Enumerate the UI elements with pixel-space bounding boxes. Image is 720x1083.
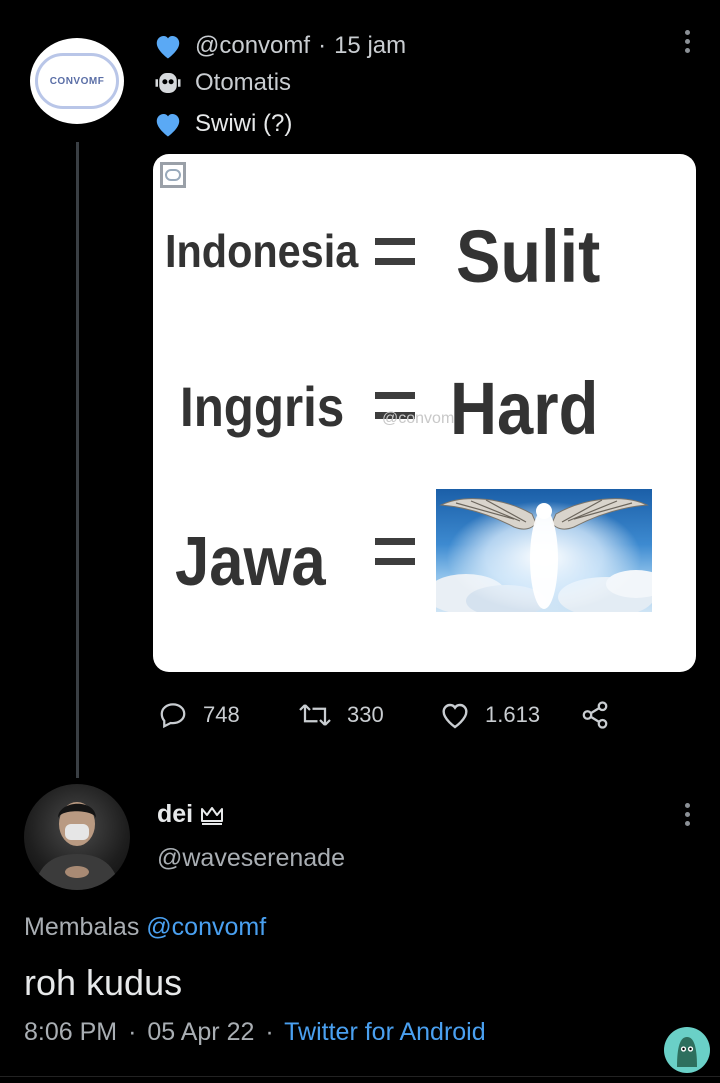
reply-display-name-row[interactable]: dei: [157, 800, 225, 829]
replying-mention-link[interactable]: @convomf: [146, 913, 266, 941]
equals-bar: [375, 392, 415, 399]
like-button[interactable]: 1.613: [439, 700, 540, 730]
equals-bar: [375, 558, 415, 565]
divider: [0, 1076, 720, 1077]
reply-time[interactable]: 8:06 PM: [24, 1018, 117, 1046]
timestamp-separator: ·: [128, 1018, 137, 1046]
reply-count: 748: [203, 702, 240, 727]
image-logo-icon: [160, 162, 186, 188]
retweet-icon: [299, 704, 331, 726]
replying-to: Membalas @convomf: [24, 913, 266, 942]
timestamp-separator: ·: [265, 1018, 274, 1046]
blue-heart-icon: [156, 36, 180, 59]
tweet-time[interactable]: 15 jam: [334, 32, 406, 60]
image-row1-right: Sulit: [456, 215, 601, 298]
reply-source-link[interactable]: Twitter for Android: [284, 1018, 485, 1046]
reply-display-name: dei: [157, 800, 194, 828]
robot-icon: [155, 73, 181, 93]
equals-bar: [375, 538, 415, 545]
mascot-icon: [677, 1037, 697, 1067]
tweet-image[interactable]: Indonesia Sulit Inggris @convomf Hard Ja…: [153, 154, 696, 672]
thread-line: [76, 142, 79, 778]
like-count: 1.613: [485, 702, 541, 727]
avatar-logo-text: CONVOMF: [49, 75, 105, 87]
reply-icon: [160, 703, 186, 729]
image-watermark: @convomf: [382, 410, 459, 427]
avatar-logo: CONVOMF: [35, 53, 119, 109]
heart-outline-icon: [442, 703, 468, 729]
reply-handle[interactable]: @waveserenade: [157, 844, 345, 873]
retweet-count: 330: [347, 702, 384, 727]
share-button[interactable]: [579, 700, 625, 730]
tweet-text-row: Swiwi (?): [153, 108, 292, 140]
tweet-header: @convomf · 15 jam: [153, 30, 406, 62]
reply-button[interactable]: 748: [157, 700, 240, 730]
equals-bar: [375, 238, 415, 245]
tweet-handle[interactable]: @convomf: [195, 32, 310, 60]
angel-illustration: [436, 489, 652, 612]
automated-label: Otomatis: [195, 69, 292, 96]
avatar-convomf[interactable]: CONVOMF: [30, 38, 124, 124]
equals-bar: [375, 258, 415, 265]
blue-heart-icon: [156, 114, 180, 137]
share-icon: [582, 701, 608, 729]
reply-date[interactable]: 05 Apr 22: [147, 1018, 254, 1046]
avatar-photo: [34, 802, 120, 890]
meta-separator: ·: [318, 32, 327, 59]
tweet-text: Swiwi (?): [195, 110, 293, 137]
crown-icon: [201, 806, 224, 825]
tweet-more-menu-icon[interactable]: [682, 30, 692, 53]
image-row2-right: Hard: [450, 367, 599, 450]
reply-more-menu-icon[interactable]: [682, 803, 692, 826]
reply-text: roh kudus: [24, 962, 183, 1003]
image-row2-left: Inggris: [180, 375, 345, 438]
automated-label-row: Otomatis: [153, 67, 291, 99]
replying-prefix: Membalas: [24, 913, 140, 941]
image-row3-left: Jawa: [175, 522, 326, 600]
angel-wings-image: [436, 489, 652, 612]
floating-mascot-button[interactable]: [664, 1027, 710, 1073]
image-row1-left: Indonesia: [165, 225, 359, 277]
avatar-waveserenade[interactable]: [24, 784, 130, 890]
reply-timestamp-row: 8:06 PM · 05 Apr 22 · Twitter for Androi…: [24, 1018, 486, 1047]
retweet-button[interactable]: 330: [297, 700, 384, 730]
